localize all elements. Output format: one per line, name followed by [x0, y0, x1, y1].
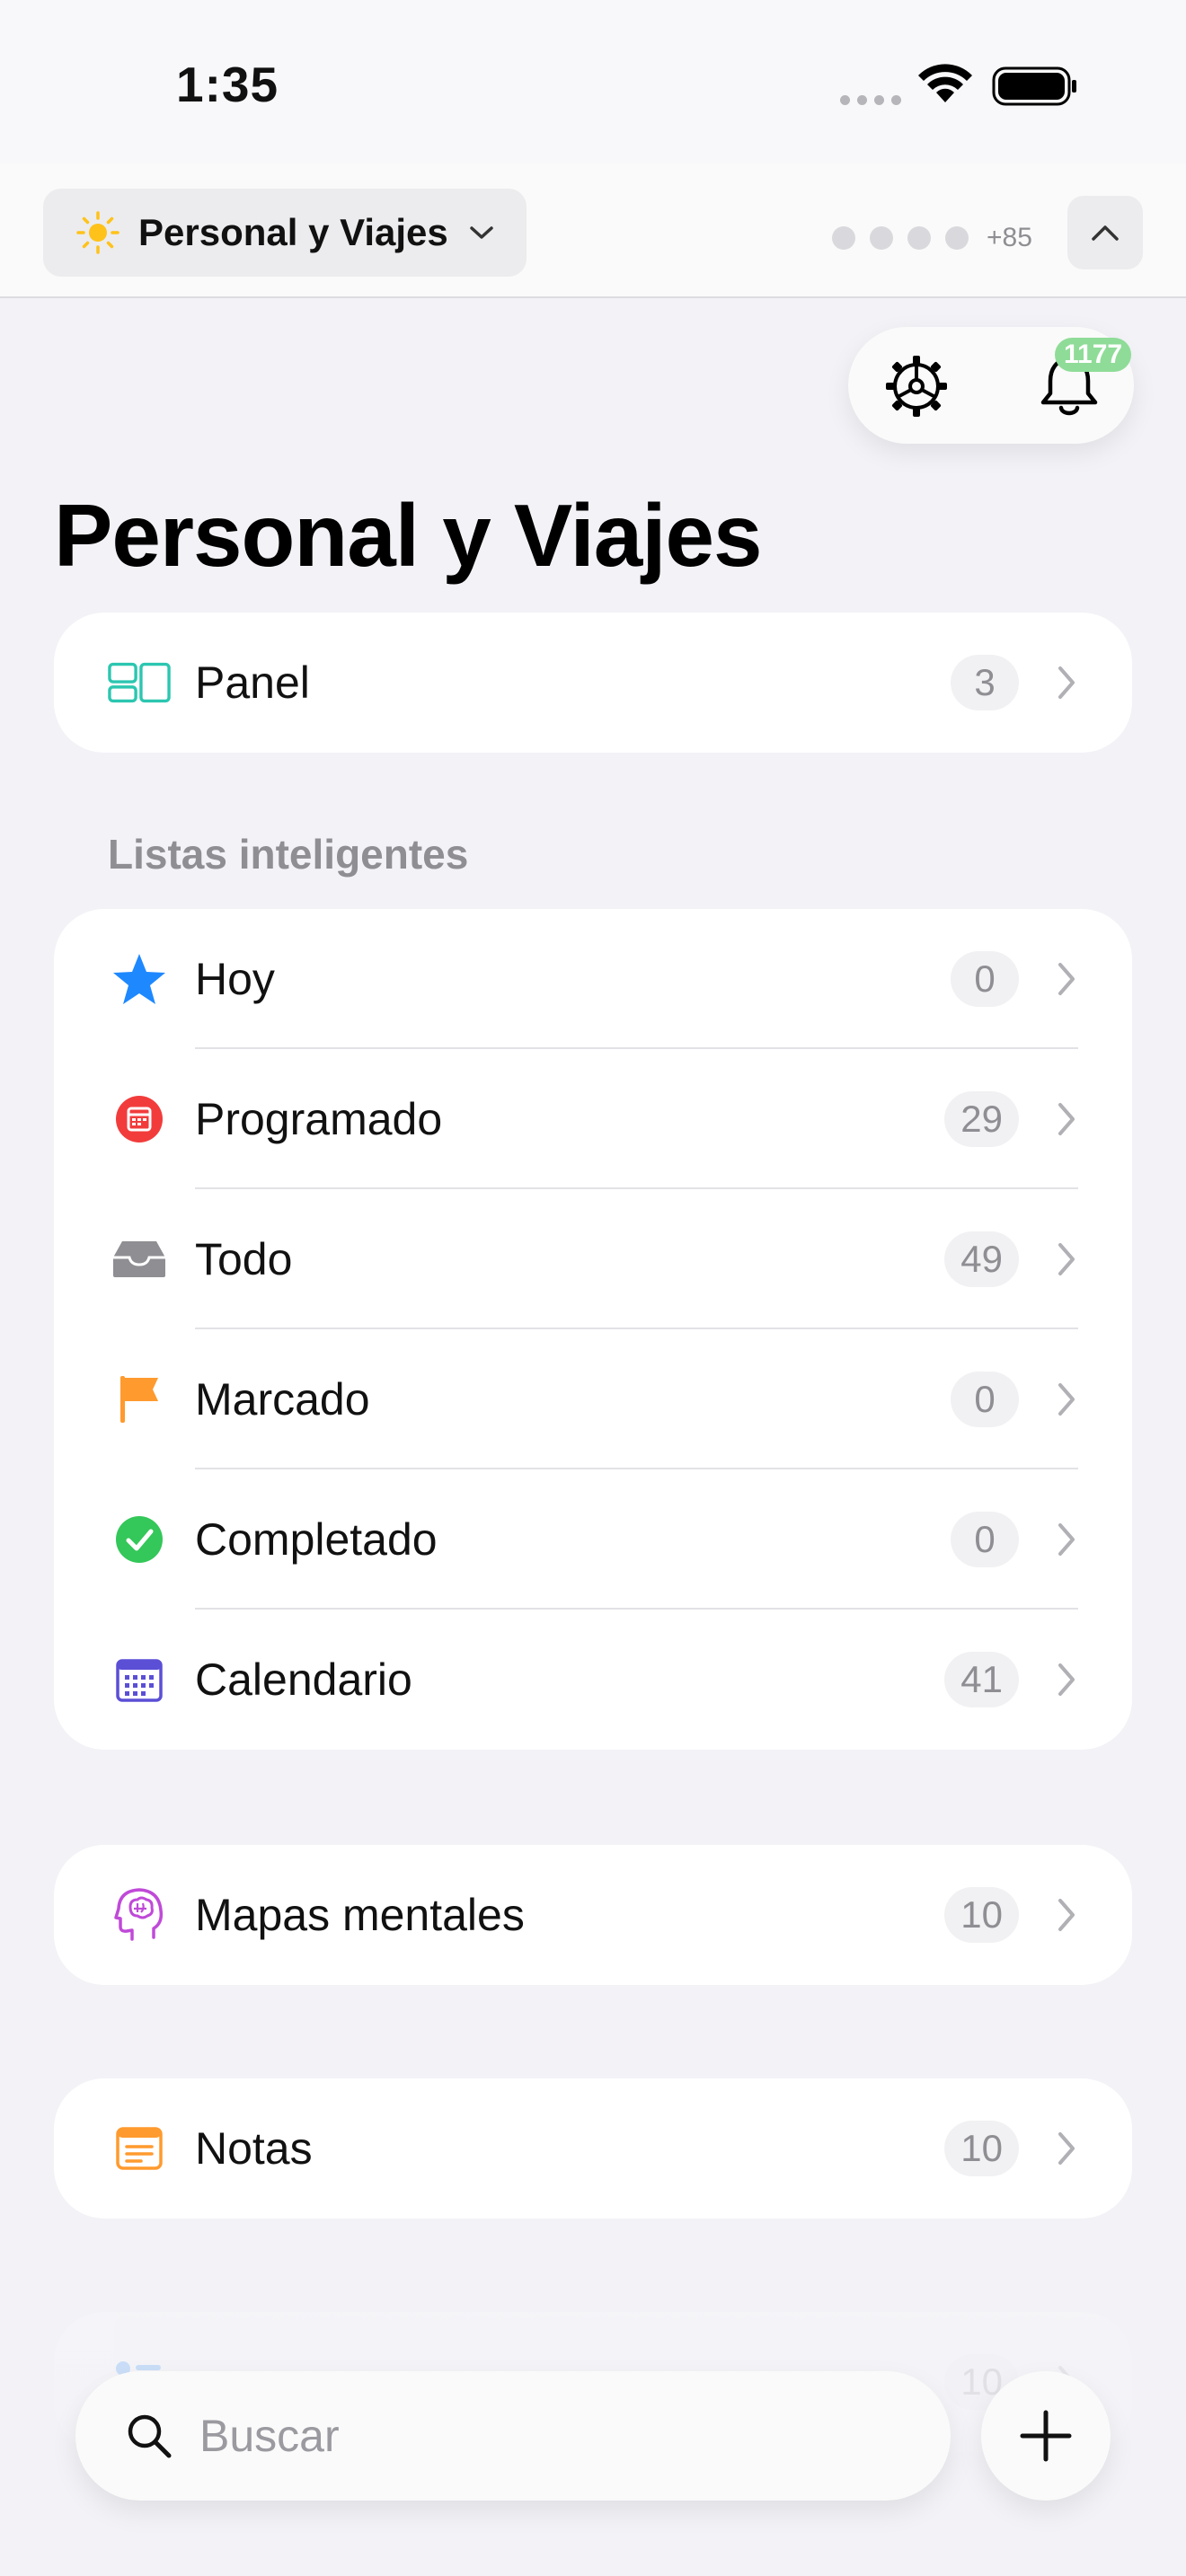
status-bar: 1:35 [0, 0, 1186, 163]
star-icon [108, 948, 171, 1010]
notes-count: 10 [944, 2121, 1019, 2176]
search-icon [128, 2414, 172, 2458]
chevron-right-icon [1058, 1383, 1075, 1416]
workspace-header: Personal y Viajes +85 [0, 163, 1186, 298]
smart-list-row-todo[interactable]: Todo 49 [54, 1189, 1132, 1329]
search-input[interactable] [199, 2410, 882, 2462]
notes-label: Notas [195, 2123, 313, 2174]
notes-row[interactable]: Notas 10 [54, 2078, 1132, 2219]
notes-card: Notas 10 [54, 2078, 1132, 2219]
notification-badge: 1177 [1055, 338, 1132, 372]
chevron-right-icon [1058, 1103, 1075, 1135]
check-circle-icon [108, 1508, 171, 1571]
workspace-name: Personal y Viajes [138, 211, 448, 253]
smart-list-label: Marcado [195, 1374, 370, 1425]
smart-list-label: Todo [195, 1234, 293, 1284]
chevron-right-icon [1058, 963, 1075, 995]
smart-list-row-marcado[interactable]: Marcado 0 [54, 1329, 1132, 1469]
page-title: Personal y Viajes [54, 486, 762, 585]
collapse-header-button[interactable] [1067, 196, 1143, 269]
brain-head-icon [108, 1883, 171, 1946]
mind-maps-card: Mapas mentales 10 [54, 1845, 1132, 1985]
panel-count: 3 [951, 655, 1019, 710]
smart-list-row-programado[interactable]: Programado 29 [54, 1049, 1132, 1189]
chevron-right-icon [1058, 1243, 1075, 1275]
gear-icon [886, 356, 947, 417]
screen: 1:35 Personal y Viajes +85 1177 Personal… [0, 0, 1186, 2576]
cellular-signal-icon [840, 95, 901, 105]
chevron-up-icon [1092, 225, 1119, 241]
plus-icon [1020, 2410, 1072, 2462]
battery-icon [992, 66, 1076, 106]
panel-label: Panel [195, 657, 310, 708]
status-time: 1:35 [176, 57, 279, 112]
panel-row[interactable]: Panel 3 [54, 613, 1132, 753]
add-button[interactable] [981, 2371, 1111, 2501]
chevron-right-icon [1058, 1523, 1075, 1556]
smart-list-count: 29 [944, 1091, 1019, 1147]
avatar [832, 226, 855, 250]
smart-lists-card: Hoy 0 Programado 29 Todo 49 Marcado 0 Co… [54, 909, 1132, 1750]
smart-list-label: Hoy [195, 954, 275, 1004]
avatar [945, 226, 969, 250]
calendar-grid-icon [108, 1648, 171, 1711]
search-bar[interactable] [75, 2371, 951, 2501]
top-actions: 1177 [848, 327, 1134, 444]
members-more-count: +85 [987, 223, 1032, 252]
smart-list-count: 0 [951, 1372, 1019, 1427]
flag-icon [108, 1368, 171, 1431]
smart-list-count: 49 [944, 1231, 1019, 1287]
panel-card: Panel 3 [54, 613, 1132, 753]
member-avatars[interactable]: +85 [832, 223, 1032, 253]
wifi-icon [918, 64, 972, 102]
notes-icon [108, 2117, 171, 2180]
avatar [907, 226, 931, 250]
mind-maps-row[interactable]: Mapas mentales 10 [54, 1845, 1132, 1985]
smart-list-count: 0 [951, 951, 1019, 1007]
chevron-right-icon [1058, 1663, 1075, 1696]
smart-list-count: 41 [944, 1652, 1019, 1707]
smart-list-row-hoy[interactable]: Hoy 0 [54, 909, 1132, 1049]
dashboard-icon [108, 651, 171, 714]
smart-list-label: Programado [195, 1094, 443, 1144]
inbox-icon [108, 1228, 171, 1291]
chevron-right-icon [1058, 1899, 1075, 1931]
chevron-right-icon [1058, 666, 1075, 699]
avatar [870, 226, 893, 250]
workspace-selector[interactable]: Personal y Viajes [43, 189, 527, 277]
chevron-down-icon [470, 226, 493, 239]
smart-list-row-completado[interactable]: Completado 0 [54, 1469, 1132, 1610]
smart-list-count: 0 [951, 1512, 1019, 1567]
smart-list-label: Calendario [195, 1654, 412, 1705]
mind-maps-label: Mapas mentales [195, 1890, 525, 1940]
mind-maps-count: 10 [944, 1887, 1019, 1943]
calendar-red-icon [108, 1088, 171, 1151]
smart-list-row-calendario[interactable]: Calendario 41 [54, 1610, 1132, 1750]
sun-icon [76, 211, 119, 254]
smart-list-label: Completado [195, 1514, 438, 1565]
settings-button[interactable] [882, 352, 951, 420]
chevron-right-icon [1058, 2132, 1075, 2165]
smart-lists-heading: Listas inteligentes [108, 831, 469, 878]
